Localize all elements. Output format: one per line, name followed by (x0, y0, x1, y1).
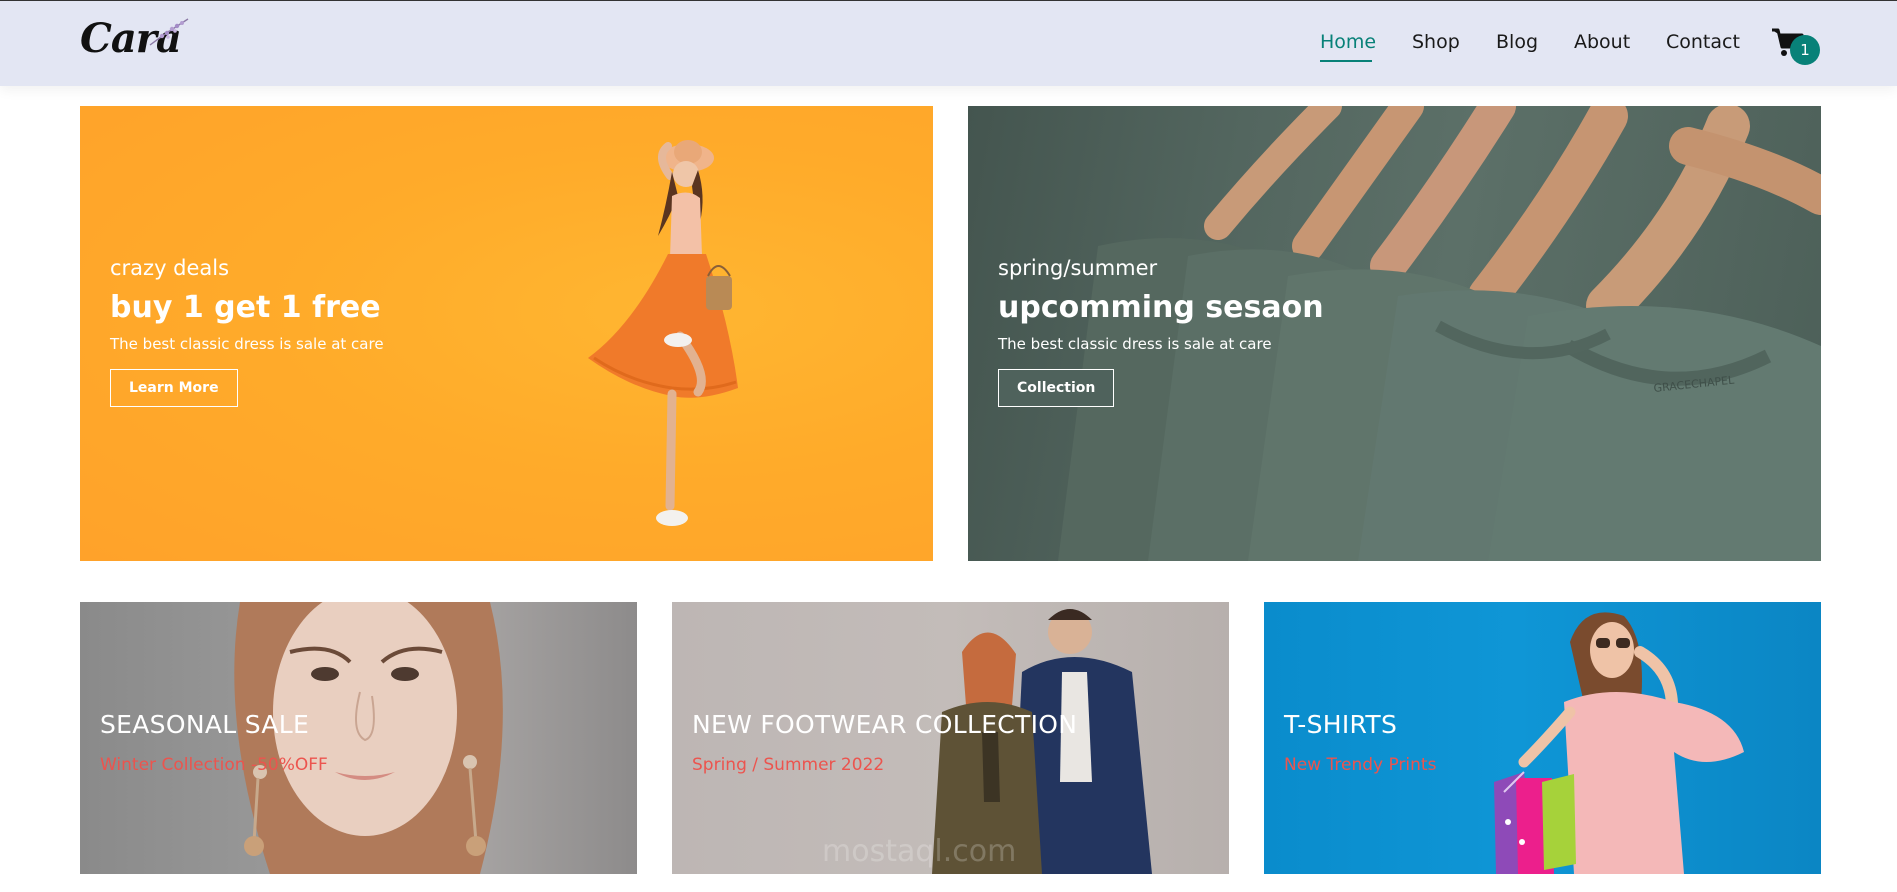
hero-season-kicker: spring/summer (998, 256, 1158, 280)
promo-banner-seasonal-sale[interactable]: SEASONAL SALE Winter Collection -50%OFF (80, 602, 637, 874)
cart-count-badge: 1 (1790, 35, 1820, 65)
main-nav: Home Shop Blog About Contact (0, 1, 1897, 87)
promo-seasonal-content: SEASONAL SALE Winter Collection -50%OFF (100, 710, 328, 775)
promo-seasonal-title: SEASONAL SALE (100, 710, 310, 739)
hero-season-title: upcomming sesaon (998, 290, 1324, 325)
nav-item-shop[interactable]: Shop (1412, 31, 1460, 53)
collection-button[interactable]: Collection (998, 369, 1115, 407)
promo-footwear-content: NEW FOOTWEAR COLLECTION Spring / Summer … (692, 710, 1077, 775)
site-header: Cara Home Shop Blog About Contact 1 (0, 0, 1897, 86)
promo-tshirts-title: T-SHIRTS (1284, 710, 1398, 739)
hero-deals-kicker: crazy deals (110, 256, 230, 280)
promo-seasonal-subtitle: Winter Collection -50%OFF (100, 755, 328, 775)
promo-banner-footwear[interactable]: NEW FOOTWEAR COLLECTION Spring / Summer … (672, 602, 1229, 874)
nav-item-contact[interactable]: Contact (1666, 31, 1740, 53)
hero-banner-deals: crazy deals buy 1 get 1 free The best cl… (80, 106, 933, 561)
nav-item-blog[interactable]: Blog (1496, 31, 1538, 53)
hero-deals-content: crazy deals buy 1 get 1 free The best cl… (110, 256, 384, 407)
promo-tshirts-content: T-SHIRTS New Trendy Prints (1284, 710, 1436, 775)
promo-tshirts-subtitle: New Trendy Prints (1284, 755, 1437, 775)
hero-season-subtitle: The best classic dress is sale at care (998, 335, 1272, 353)
watermark-text: mostaql.com (822, 834, 1017, 869)
nav-item-home[interactable]: Home (1320, 31, 1376, 62)
promo-banner-tshirts[interactable]: T-SHIRTS New Trendy Prints (1264, 602, 1821, 874)
promo-footwear-title: NEW FOOTWEAR COLLECTION (692, 710, 1078, 739)
learn-more-button[interactable]: Learn More (110, 369, 238, 407)
hero-deals-title: buy 1 get 1 free (110, 290, 381, 325)
woman-in-orange-skirt-image (588, 140, 738, 526)
nav-item-about[interactable]: About (1574, 31, 1630, 53)
hero-deals-subtitle: The best classic dress is sale at care (110, 335, 384, 353)
hero-season-content: spring/summer upcomming sesaon The best … (998, 256, 1324, 407)
promo-footwear-subtitle: Spring / Summer 2022 (692, 755, 885, 775)
woman-with-shopping-bags-image (1494, 612, 1744, 874)
hero-banner-season: GRACECHAPEL spring/summer upcomming sesa… (968, 106, 1821, 561)
